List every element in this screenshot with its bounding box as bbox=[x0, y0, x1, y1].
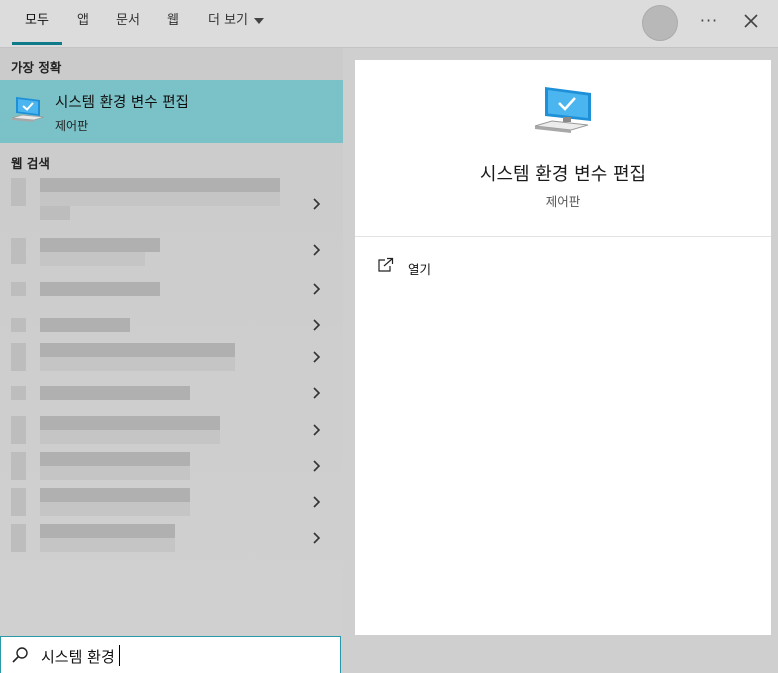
results-pane: 가장 정확 시스템 환경 변수 편집 제어판 웹 검색 bbox=[0, 48, 343, 635]
detail-title: 시스템 환경 변수 편집 bbox=[479, 164, 647, 185]
tab-apps[interactable]: 앱 bbox=[70, 0, 96, 45]
chevron-right-icon bbox=[313, 460, 321, 472]
more-options-button[interactable]: ··· bbox=[695, 8, 723, 36]
tab-more[interactable]: 더 보기 bbox=[200, 0, 272, 45]
web-result-row[interactable] bbox=[0, 176, 343, 224]
search-icon bbox=[12, 647, 28, 663]
open-label: 열기 bbox=[408, 262, 432, 277]
web-search-heading: 웹 검색 bbox=[11, 156, 50, 171]
avatar[interactable] bbox=[642, 5, 678, 41]
tab-all[interactable]: 모두 bbox=[12, 0, 62, 45]
close-icon bbox=[744, 14, 758, 28]
text-caret bbox=[119, 645, 120, 666]
tab-web[interactable]: 웹 bbox=[160, 0, 186, 45]
web-result-row[interactable] bbox=[0, 450, 343, 482]
tab-documents[interactable]: 문서 bbox=[110, 0, 146, 45]
chevron-right-icon bbox=[313, 424, 321, 436]
web-result-row[interactable] bbox=[0, 341, 343, 373]
detail-pane: 시스템 환경 변수 편집 제어판 열기 bbox=[355, 60, 771, 635]
web-result-row[interactable] bbox=[0, 414, 343, 446]
search-input[interactable]: 시스템 환경 bbox=[41, 646, 321, 667]
web-result-row[interactable] bbox=[0, 378, 343, 410]
system-monitor-icon bbox=[11, 97, 45, 122]
chevron-right-icon bbox=[313, 532, 321, 544]
best-match-heading: 가장 정확 bbox=[11, 60, 62, 75]
chevron-right-icon bbox=[313, 198, 321, 210]
filter-tab-bar: 모두 앱 문서 웹 더 보기 ··· bbox=[0, 0, 778, 48]
system-monitor-icon bbox=[534, 87, 591, 133]
web-result-row[interactable] bbox=[0, 486, 343, 518]
chevron-right-icon bbox=[313, 387, 321, 399]
web-result-row[interactable] bbox=[0, 310, 343, 342]
chevron-right-icon bbox=[313, 244, 321, 256]
tab-more-label: 더 보기 bbox=[207, 13, 248, 28]
search-box[interactable]: 시스템 환경 bbox=[0, 636, 341, 673]
close-button[interactable] bbox=[740, 10, 762, 32]
best-match-item[interactable]: 시스템 환경 변수 편집 제어판 bbox=[0, 80, 343, 143]
chevron-right-icon bbox=[313, 351, 321, 363]
open-external-icon bbox=[378, 257, 394, 272]
best-match-subtitle: 제어판 bbox=[55, 119, 89, 133]
chevron-right-icon bbox=[313, 496, 321, 508]
divider bbox=[355, 236, 771, 237]
web-result-row[interactable] bbox=[0, 522, 343, 554]
web-result-row[interactable] bbox=[0, 234, 343, 266]
chevron-right-icon bbox=[313, 319, 321, 331]
detail-subtitle: 제어판 bbox=[545, 194, 581, 209]
best-match-title: 시스템 환경 변수 편집 bbox=[55, 95, 189, 111]
chevron-right-icon bbox=[313, 283, 321, 295]
chevron-down-icon bbox=[254, 17, 264, 24]
web-result-row[interactable] bbox=[0, 274, 343, 306]
